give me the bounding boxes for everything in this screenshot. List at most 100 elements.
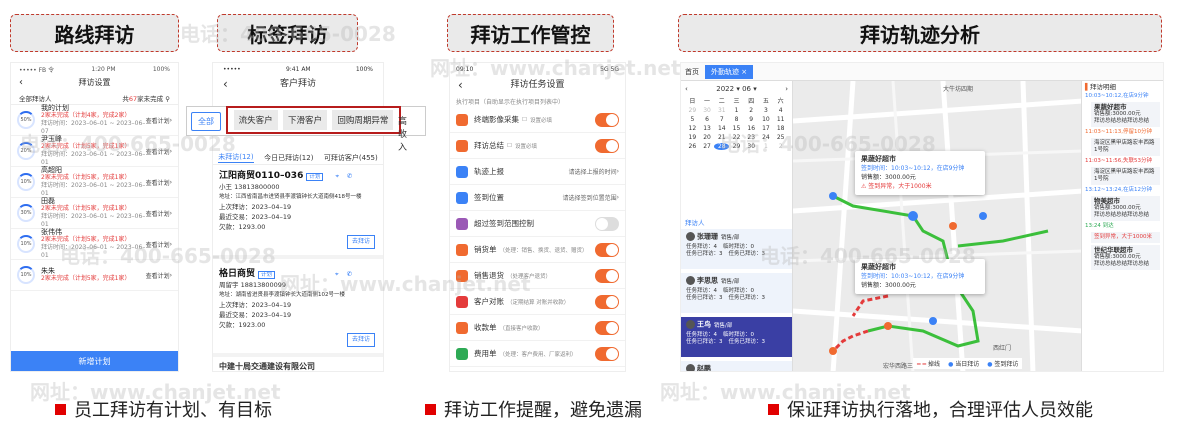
task-item[interactable]: 收款单 （直接客户收款） <box>450 315 625 341</box>
tag-high-income[interactable]: 高收入 <box>398 114 407 153</box>
task-item[interactable]: 签到位置 请选择签到位置范围 › <box>450 185 625 211</box>
view-plan-link[interactable]: 查看计划 <box>146 178 170 187</box>
calendar-day[interactable]: 11 <box>773 116 788 123</box>
back-icon[interactable]: ‹ <box>223 75 228 93</box>
new-plan-button[interactable]: 新增计划 <box>11 351 178 371</box>
toggle-switch[interactable] <box>595 216 619 231</box>
calendar-day[interactable]: 21 <box>714 134 729 141</box>
calendar-day[interactable]: 22 <box>729 134 744 141</box>
calendar-day[interactable]: 2 <box>773 143 788 150</box>
toggle-switch[interactable] <box>595 294 619 309</box>
task-item[interactable]: 客户对账 （定期结算 对账并收款） <box>450 289 625 315</box>
go-visit-button[interactable]: 去拜访 <box>346 333 375 347</box>
toggle-switch[interactable] <box>595 138 619 153</box>
toggle-switch[interactable] <box>595 242 619 257</box>
visitor-card[interactable]: 王鸟 销售/部 任务拜访：4 临时拜访：0 任务已拜访：3 任务已拜访：3 <box>681 317 792 357</box>
calendar-day[interactable]: 2 <box>744 107 759 114</box>
calendar-day[interactable]: 6 <box>700 116 715 123</box>
list-item[interactable]: 30% 田磊 2家未完成（计划5家，完成1家） 拜访时间：2023–06–01 ~ 2… <box>11 197 178 229</box>
all-visitors-label[interactable]: 全部拜访人 <box>19 93 52 103</box>
calendar-day[interactable]: 25 <box>773 134 788 141</box>
customer-card[interactable]: 江阳商贸0110–036 计划 ⌖ ✆ 小王 13813800000 地址：江西省南昌… <box>213 167 383 259</box>
calendar-day[interactable]: 20 <box>700 134 715 141</box>
calendar-day[interactable]: 13 <box>700 125 715 132</box>
toggle-switch[interactable] <box>595 268 619 283</box>
checkbox-icon[interactable]: ☐ <box>522 117 527 123</box>
visitor-card[interactable]: 赵鹏 <box>681 361 792 371</box>
calendar-day[interactable]: 10 <box>759 116 774 123</box>
prev-icon[interactable]: ‹ <box>685 85 688 93</box>
calendar-day[interactable]: 9 <box>744 116 759 123</box>
list-item[interactable]: 50% 我的计划 2家未完成（计划4家，完成2家） 拜访时间：2023–06–01 ~… <box>11 104 178 136</box>
calendar-day[interactable]: 19 <box>685 134 700 141</box>
record-card[interactable]: 海淀区黑甲店路宏丰西路1号院 <box>1091 167 1160 185</box>
list-item[interactable]: 10% 高超阳 2家未完成（计划5家，完成1家） 拜访时间：2023–06–01 ~ … <box>11 166 178 198</box>
calendar-day[interactable]: 14 <box>714 125 729 132</box>
calendar-day[interactable]: 15 <box>729 125 744 132</box>
calendar-day[interactable]: 5 <box>685 116 700 123</box>
task-item[interactable]: 拜访总结 ☐ 设置必填 <box>450 133 625 159</box>
cal-year[interactable]: 2022 <box>716 85 734 93</box>
back-icon[interactable]: ‹ <box>458 75 463 95</box>
calendar-day[interactable]: 12 <box>685 125 700 132</box>
tab-visitable[interactable]: 可拜访客户(455) <box>324 153 378 163</box>
tab-unvisited[interactable]: 未拜访(12) <box>218 152 254 163</box>
phone-icon[interactable]: ✆ <box>347 172 352 180</box>
calendar-day[interactable]: 8 <box>729 116 744 123</box>
next-icon[interactable]: › <box>785 85 788 93</box>
back-icon[interactable]: ‹ <box>19 75 23 91</box>
task-item[interactable]: 销售退货 （处理客户退货） <box>450 263 625 289</box>
tab-home[interactable]: 首页 <box>685 67 699 77</box>
calendar-day[interactable]: 24 <box>759 134 774 141</box>
calendar-day[interactable]: 17 <box>759 125 774 132</box>
task-item[interactable]: 费用单 （处理：客户费用、厂家返利） <box>450 341 625 367</box>
calendar-day[interactable]: 27 <box>700 143 715 150</box>
calendar-day[interactable]: 30 <box>700 107 715 114</box>
view-plan-link[interactable]: 查看计划 <box>146 240 170 249</box>
task-item[interactable]: 超过签到范围控制 <box>450 211 625 237</box>
tag-repurchase-abnormal[interactable]: 回购周期异常 <box>332 110 394 130</box>
task-item[interactable]: 终端影像采集 ☐ 设置必填 <box>450 107 625 133</box>
checkbox-icon[interactable]: ☐ <box>507 143 512 149</box>
calendar-day[interactable]: 4 <box>773 107 788 114</box>
filter-icon[interactable]: ⚲ <box>165 95 170 103</box>
location-icon[interactable]: ⌖ <box>335 270 339 278</box>
calendar-day[interactable]: 1 <box>759 143 774 150</box>
record-card[interactable]: 海淀区黑甲店路宏丰西路1号院 <box>1091 138 1160 156</box>
calendar-day[interactable]: 7 <box>714 116 729 123</box>
task-item[interactable]: 轨迹上报 请选择上报的时间 › <box>450 159 625 185</box>
view-plan-link[interactable]: 查看计划 <box>146 147 170 156</box>
toggle-switch[interactable] <box>595 320 619 335</box>
location-icon[interactable]: ⌖ <box>335 172 339 180</box>
toggle-switch[interactable] <box>595 112 619 127</box>
task-right[interactable]: 请选择上报的时间 <box>569 167 617 176</box>
record-card[interactable]: 世纪华联超市 销售额:3000.00元 拜访总结总结拜访总结 <box>1091 245 1160 270</box>
tab-visited-today[interactable]: 今日已拜访(12) <box>264 153 313 163</box>
list-item[interactable]: 10% 张伟伟 2家未完成（计划5家，完成1家） 拜访时间：2023–06–01 ~ … <box>11 228 178 260</box>
record-card[interactable]: 签到异常，大于1000米 <box>1091 232 1160 243</box>
cal-month[interactable]: 06 <box>742 85 751 93</box>
calendar-day[interactable]: 29 <box>729 143 744 150</box>
list-item[interactable]: 10% 朱朱 2家未完成（计划5家，完成1家） 查看计划 › <box>11 260 178 291</box>
visitor-card[interactable]: 张珊珊 销售/部 任务拜访：4 临时拜访：0 任务已拜访：3 任务已拜访：3 <box>681 229 792 269</box>
calendar-day[interactable]: 28 <box>714 143 730 150</box>
view-plan-link[interactable]: 查看计划 <box>146 116 170 125</box>
tab-all[interactable]: 全部 <box>191 111 221 131</box>
tab-field-track[interactable]: 外勤轨迹 × <box>705 64 754 79</box>
task-item[interactable]: 销货单 （处理：销售、换货、退货、赠货） <box>450 237 625 263</box>
calendar-day[interactable]: 31 <box>714 107 729 114</box>
calendar-day[interactable]: 1 <box>729 107 744 114</box>
record-card[interactable]: 物美超市 销售额:3000.00元 拜访总结总结拜访总结 <box>1091 196 1160 221</box>
calendar-day[interactable]: 26 <box>685 143 700 150</box>
calendar-day[interactable]: 29 <box>685 107 700 114</box>
tag-declining-customer[interactable]: 下滑客户 <box>282 110 327 130</box>
visitor-card[interactable]: 李思思 销售/部 任务拜访：4 临时拜访：0 任务已拜访：3 任务已拜访：3 <box>681 273 792 313</box>
calendar-day[interactable]: 23 <box>744 134 759 141</box>
record-card[interactable]: 果蔬好超市 销售额:3000.00元 拜访总结总结拜访总结 <box>1091 102 1160 127</box>
list-item[interactable]: 20% 尹玉峰 2家未完成（计划5家，完成1家） 拜访时间：2023–06–01 ~ … <box>11 135 178 167</box>
calendar-day[interactable]: 30 <box>744 143 759 150</box>
task-right[interactable]: 请选择签到位置范围 <box>563 193 617 202</box>
tag-lost-customer[interactable]: 流失客户 <box>233 110 278 130</box>
go-visit-button[interactable]: 去拜访 <box>346 235 375 249</box>
toggle-switch[interactable] <box>595 346 619 361</box>
